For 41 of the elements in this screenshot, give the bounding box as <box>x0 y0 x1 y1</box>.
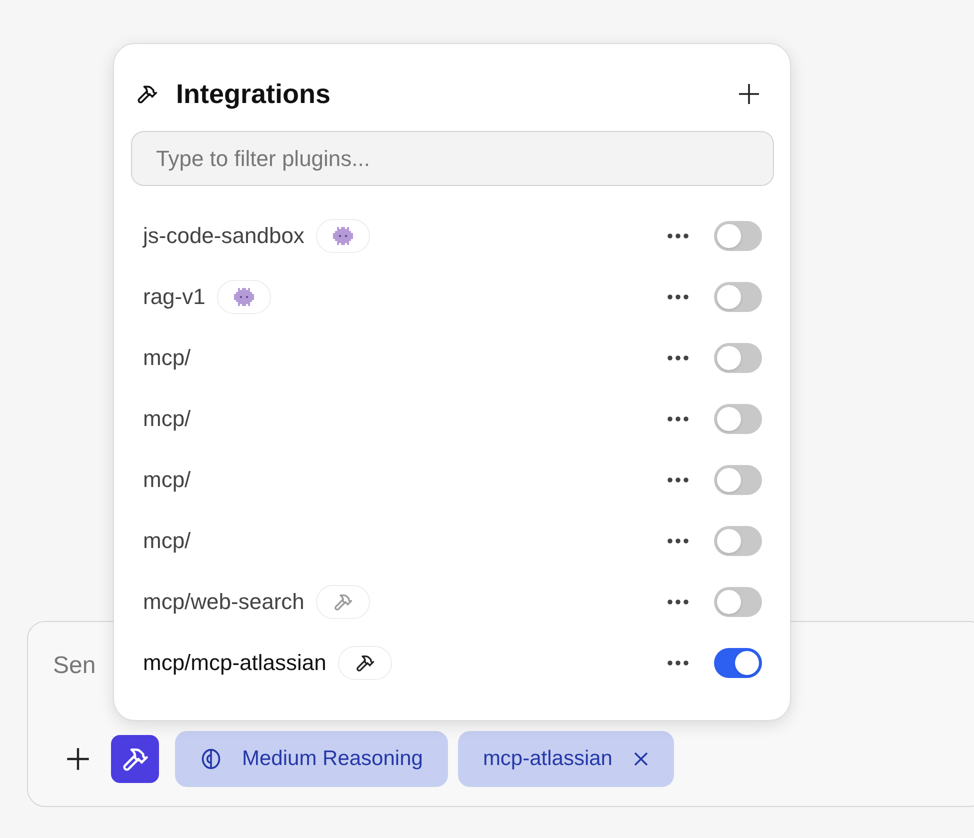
hammer-icon <box>333 592 354 612</box>
hammer-icon <box>136 83 158 105</box>
more-icon <box>667 354 689 360</box>
plugin-name: mcp/ <box>143 527 191 555</box>
more-icon <box>667 538 689 544</box>
plus-icon <box>65 746 91 772</box>
more-icon <box>667 232 689 238</box>
plugin-name: mcp/mcp-atlassian <box>143 649 326 677</box>
plugin-name: mcp/ <box>143 344 191 372</box>
more-icon <box>667 598 689 604</box>
toggle-switch[interactable] <box>714 342 762 372</box>
more-icon <box>667 294 689 300</box>
more-icon <box>667 416 689 422</box>
tools-button[interactable] <box>111 735 159 783</box>
toggle-switch[interactable] <box>714 404 762 434</box>
toggle-switch[interactable] <box>714 464 762 494</box>
hammer-icon <box>355 652 376 672</box>
plugin-name: js-code-sandbox <box>143 222 304 250</box>
more-icon <box>667 660 689 666</box>
toggle-switch[interactable] <box>714 586 762 616</box>
toggle-switch[interactable] <box>714 648 762 678</box>
toggle-switch[interactable] <box>714 220 762 250</box>
plugin-name: rag-v1 <box>143 283 206 311</box>
toggle-switch[interactable] <box>714 526 762 556</box>
option-chip[interactable]: Medium Reasoning <box>175 731 448 787</box>
plugin-name: mcp/ <box>143 466 191 494</box>
plugin-name: mcp/ <box>143 405 191 433</box>
popup-title: Integrations <box>176 78 331 111</box>
option-chip[interactable]: mcp-atlassian <box>458 731 674 787</box>
creature-icon <box>331 224 356 246</box>
placeholder-text: Sen <box>53 651 96 681</box>
close-icon[interactable] <box>632 751 648 767</box>
plus-icon <box>737 82 761 106</box>
search-field[interactable]: Type to filter plugins... <box>131 131 774 186</box>
chip-label: Medium Reasoning <box>242 746 423 772</box>
plugin-name: mcp/web-search <box>143 588 304 616</box>
toggle-switch[interactable] <box>714 282 762 312</box>
creature-icon <box>232 286 256 308</box>
brain-icon <box>200 748 222 770</box>
more-icon <box>667 476 689 482</box>
chip-label: mcp-atlassian <box>482 746 612 772</box>
